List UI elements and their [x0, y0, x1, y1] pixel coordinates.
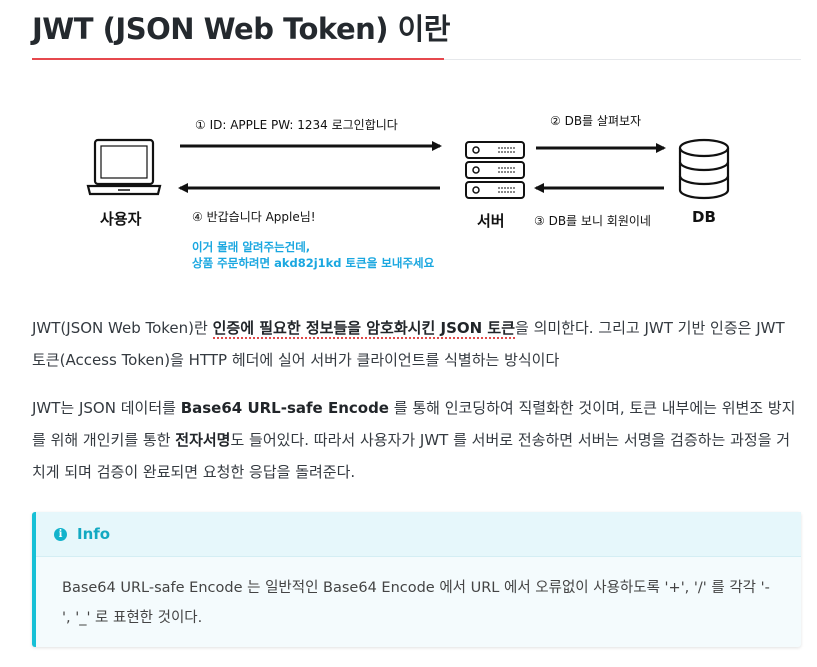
para1-text-a: JWT(JSON Web Token)란	[32, 319, 213, 337]
para1-emphasis: 인증에 필요한 정보들을 암호화시킨 JSON 토큰	[212, 319, 515, 339]
label-server: 서버	[477, 212, 505, 230]
token-note-line1: 이거 몰래 알려주는건데,	[192, 240, 311, 254]
title-accent-underline	[32, 58, 444, 60]
info-callout-body: Base64 URL-safe Encode 는 일반적인 Base64 Enc…	[62, 580, 770, 626]
info-circle-icon: i	[54, 527, 67, 541]
info-callout: i Info Base64 URL-safe Encode 는 일반적인 Bas…	[32, 512, 801, 647]
para2-emphasis-encode: Base64 URL-safe Encode	[180, 399, 389, 417]
label-db-look: ② DB를 살펴보자	[550, 114, 642, 128]
laptop-icon	[86, 138, 162, 196]
info-callout-header: i Info	[36, 512, 801, 557]
label-db: DB	[692, 208, 716, 226]
jwt-flow-diagram: ① ID: APPLE PW: 1234 로그인합니다 ② DB를 살펴보자 사…	[80, 100, 760, 280]
label-db-member: ③ DB를 보니 회원이네	[534, 214, 651, 228]
label-login-message: ① ID: APPLE PW: 1234 로그인합니다	[195, 118, 398, 132]
label-greet-message: ④ 반갑습니다 Apple님!	[192, 210, 316, 224]
database-icon	[678, 138, 730, 200]
info-callout-title: Info	[77, 525, 111, 543]
label-client: 사용자	[100, 210, 142, 228]
server-icon	[465, 141, 525, 199]
token-note-line2: 상품 주문하려면 akd82j1kd 토큰을 보내주세요	[192, 256, 435, 270]
diagram-graphics	[86, 138, 730, 200]
para2-text-a: JWT는 JSON 데이터를	[32, 399, 181, 417]
para2-emphasis-signature: 전자서명	[175, 431, 231, 449]
page-title: JWT (JSON Web Token) 이란	[32, 12, 450, 46]
paragraph-jwt-definition: JWT(JSON Web Token)란 인증에 필요한 정보들을 암호화시킨 …	[32, 312, 802, 376]
paragraph-jwt-encoding: JWT는 JSON 데이터를 Base64 URL-safe Encode 를 …	[32, 392, 802, 488]
